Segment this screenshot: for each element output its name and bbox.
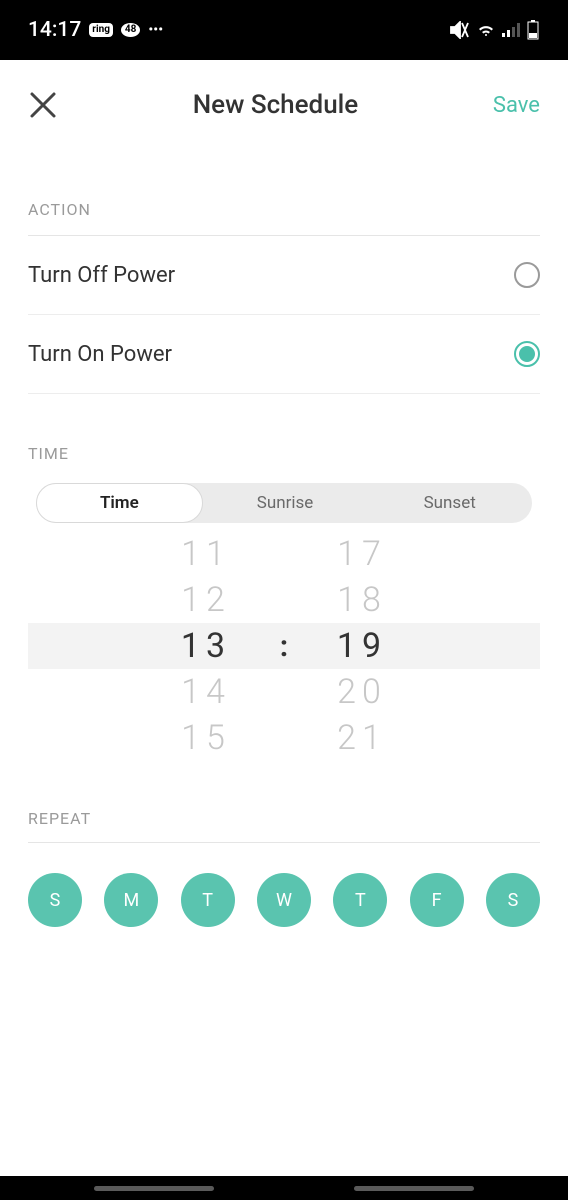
hour-item: 14 xyxy=(166,669,246,715)
status-left: 14:17 ring 48 ••• xyxy=(28,18,163,42)
option-turn-on-power[interactable]: Turn On Power xyxy=(28,315,540,394)
minute-item-selected: 19 xyxy=(322,623,402,669)
mute-icon xyxy=(450,21,470,39)
minute-item: 17 xyxy=(322,531,402,577)
status-bar: 14:17 ring 48 ••• xyxy=(0,0,568,60)
minute-item: 18 xyxy=(322,577,402,623)
minute-item: 21 xyxy=(322,715,402,761)
option-label-on: Turn On Power xyxy=(28,342,172,367)
more-dots-icon: ••• xyxy=(148,22,163,38)
radio-on[interactable] xyxy=(514,341,540,367)
radio-off[interactable] xyxy=(514,262,540,288)
day-thursday[interactable]: T xyxy=(333,873,387,927)
time-picker[interactable]: 11 12 13 14 15 : 17 18 19 20 21 xyxy=(28,531,540,761)
segment-sunrise[interactable]: Sunrise xyxy=(203,483,368,523)
segment-time[interactable]: Time xyxy=(36,483,203,523)
status-time: 14:17 xyxy=(28,18,81,42)
save-button[interactable]: Save xyxy=(493,93,540,118)
minute-item: 20 xyxy=(322,669,402,715)
hour-item: 11 xyxy=(166,531,246,577)
battery-icon xyxy=(526,20,540,40)
time-section-label: TIME xyxy=(28,444,540,483)
day-saturday[interactable]: S xyxy=(486,873,540,927)
ring-badge: ring xyxy=(89,23,113,37)
segment-sunset[interactable]: Sunset xyxy=(367,483,532,523)
wifi-icon xyxy=(476,22,496,38)
count-badge: 48 xyxy=(121,23,140,37)
hour-column[interactable]: 11 12 13 14 15 xyxy=(166,531,246,761)
status-right xyxy=(450,20,540,40)
system-nav-bar xyxy=(0,1176,568,1200)
hour-item: 12 xyxy=(166,577,246,623)
option-turn-off-power[interactable]: Turn Off Power xyxy=(28,236,540,315)
navbar: New Schedule Save xyxy=(0,60,568,144)
day-sunday[interactable]: S xyxy=(28,873,82,927)
day-wednesday[interactable]: W xyxy=(257,873,311,927)
time-separator: : xyxy=(274,629,294,664)
action-section-label: ACTION xyxy=(28,200,540,236)
system-nav-pill[interactable] xyxy=(94,1186,214,1191)
option-label-off: Turn Off Power xyxy=(28,263,175,288)
close-icon xyxy=(28,90,58,120)
hour-item: 15 xyxy=(166,715,246,761)
day-friday[interactable]: F xyxy=(410,873,464,927)
day-monday[interactable]: M xyxy=(104,873,158,927)
page-title: New Schedule xyxy=(193,90,358,120)
minute-column[interactable]: 17 18 19 20 21 xyxy=(322,531,402,761)
repeat-days-row: S M T W T F S xyxy=(28,873,540,927)
system-nav-pill[interactable] xyxy=(354,1186,474,1191)
close-button[interactable] xyxy=(28,90,58,120)
day-tuesday[interactable]: T xyxy=(181,873,235,927)
repeat-section-label: REPEAT xyxy=(28,809,540,843)
time-mode-segmented: Time Sunrise Sunset xyxy=(36,483,532,523)
signal-icon xyxy=(502,23,520,37)
hour-item-selected: 13 xyxy=(166,623,246,669)
